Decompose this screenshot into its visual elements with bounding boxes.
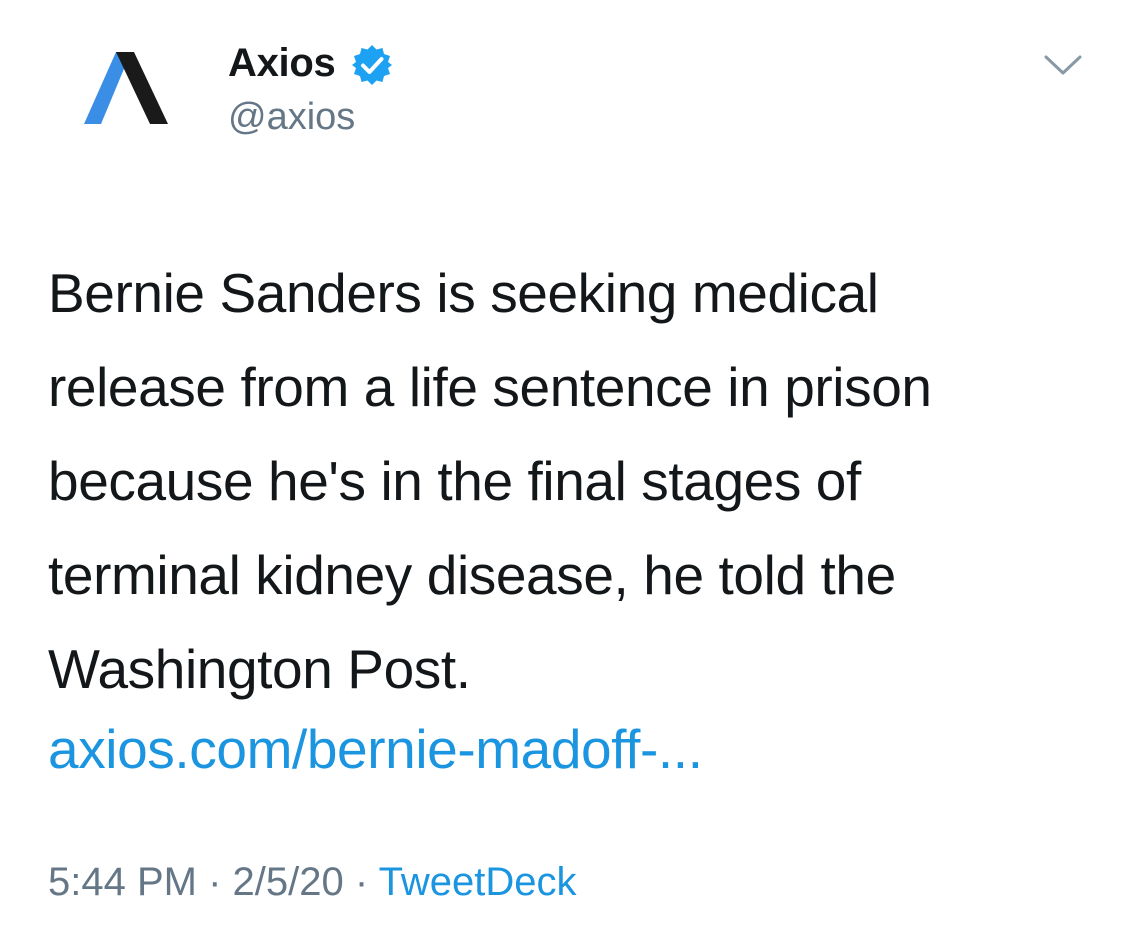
meta-separator: · — [208, 860, 222, 904]
tweet-text-line: Bernie Sanders is seeking medical — [48, 262, 879, 324]
handle[interactable]: @axios — [228, 93, 355, 141]
tweet-source-link[interactable]: TweetDeck — [379, 860, 577, 904]
avatar[interactable] — [80, 46, 170, 130]
chevron-down-icon[interactable] — [1043, 52, 1083, 78]
tweet-meta: 5:44 PM · 2/5/20 · TweetDeck — [48, 856, 576, 908]
verified-badge-icon — [350, 43, 394, 87]
meta-separator: · — [354, 860, 369, 904]
tweet-time[interactable]: 5:44 PM — [48, 860, 197, 904]
article-link[interactable]: axios.com/bernie-madoff-... — [48, 713, 703, 785]
tweet-card: Axios @axios Bernie Sanders is seeking m… — [0, 0, 1124, 938]
tweet-text-line: because he's in the final stages of — [48, 450, 861, 512]
axios-logo-icon — [84, 52, 168, 124]
tweet-text: Bernie Sanders is seeking medical releas… — [48, 246, 1078, 716]
tweet-text-line: terminal kidney disease, he told the — [48, 544, 896, 606]
tweet-text-line: Washington Post. — [48, 638, 471, 700]
tweet-date[interactable]: 2/5/20 — [233, 860, 344, 904]
tweet-text-line: release from a life sentence in prison — [48, 356, 932, 418]
display-name[interactable]: Axios — [228, 38, 336, 88]
